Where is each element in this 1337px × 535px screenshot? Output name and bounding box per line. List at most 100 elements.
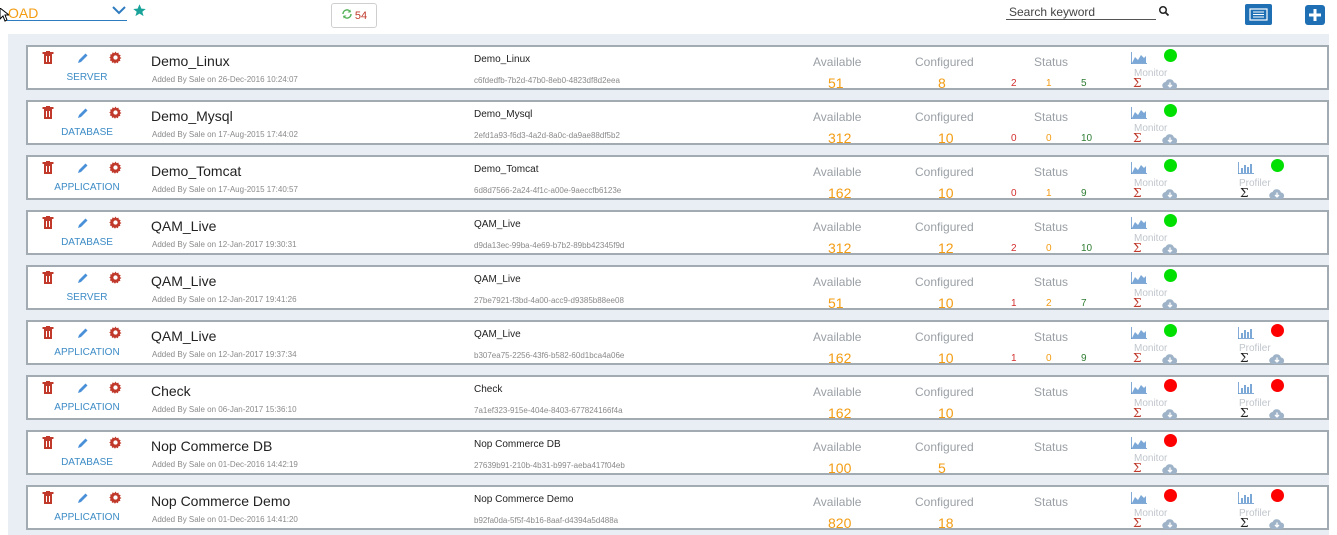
configured-count[interactable]: 10 <box>938 405 954 421</box>
cloud-download-icon[interactable] <box>1162 297 1178 315</box>
add-application-button[interactable] <box>1305 5 1325 25</box>
monitor-chart-icon[interactable] <box>1130 106 1147 124</box>
application-row[interactable]: SERVER QAM_Live Added By Sale on 12-Jan-20… <box>26 265 1329 311</box>
sigma-icon[interactable]: Σ <box>1133 406 1141 420</box>
configured-count[interactable]: 10 <box>938 350 954 366</box>
sigma-icon[interactable]: Σ <box>1133 131 1141 145</box>
application-name[interactable]: QAM_Live <box>151 218 216 234</box>
edit-pencil-icon[interactable] <box>77 161 89 179</box>
application-name[interactable]: QAM_Live <box>151 273 216 289</box>
sigma-icon[interactable]: Σ <box>1240 351 1248 365</box>
status-critical-count[interactable]: 2 <box>1011 78 1017 89</box>
status-critical-count[interactable]: 2 <box>1011 243 1017 254</box>
cloud-download-icon[interactable] <box>1162 407 1178 425</box>
edit-pencil-icon[interactable] <box>77 271 89 289</box>
sigma-icon[interactable]: Σ <box>1133 461 1141 475</box>
status-warning-count[interactable]: 1 <box>1046 188 1052 199</box>
list-view-button[interactable] <box>1245 4 1272 25</box>
settings-gear-icon[interactable] <box>109 216 122 234</box>
profiler-chart-icon[interactable] <box>1237 491 1254 509</box>
status-warning-count[interactable]: 1 <box>1046 78 1052 89</box>
status-critical-count[interactable]: 0 <box>1011 133 1017 144</box>
available-count[interactable]: 162 <box>828 185 851 201</box>
configured-count[interactable]: 5 <box>938 460 946 476</box>
search-icon[interactable] <box>1158 4 1170 22</box>
monitor-chart-icon[interactable] <box>1130 436 1147 454</box>
monitor-chart-icon[interactable] <box>1130 51 1147 69</box>
application-name[interactable]: Demo_Mysql <box>151 108 233 124</box>
edit-pencil-icon[interactable] <box>77 106 89 124</box>
application-row[interactable]: DATABASE Demo_Mysql Added By Sale on 17-Au… <box>26 100 1329 146</box>
trash-icon[interactable] <box>42 51 54 69</box>
edit-pencil-icon[interactable] <box>77 51 89 69</box>
edit-pencil-icon[interactable] <box>77 381 89 399</box>
application-row[interactable]: SERVER Demo_Linux Added By Sale on 26-Dec-… <box>26 45 1329 91</box>
trash-icon[interactable] <box>42 216 54 234</box>
application-row[interactable]: APPLICATION Demo_Tomcat Added By Sale on 1… <box>26 155 1329 201</box>
trash-icon[interactable] <box>42 381 54 399</box>
edit-pencil-icon[interactable] <box>77 436 89 454</box>
cloud-download-icon[interactable] <box>1269 187 1285 205</box>
monitor-chart-icon[interactable] <box>1130 216 1147 234</box>
cloud-download-icon[interactable] <box>1269 517 1285 535</box>
status-ok-count[interactable]: 10 <box>1081 243 1092 254</box>
chevron-down-icon[interactable] <box>111 3 127 20</box>
available-count[interactable]: 51 <box>828 75 844 91</box>
edit-pencil-icon[interactable] <box>77 326 89 344</box>
status-ok-count[interactable]: 5 <box>1081 78 1087 89</box>
trash-icon[interactable] <box>42 106 54 124</box>
settings-gear-icon[interactable] <box>109 326 122 344</box>
cloud-download-icon[interactable] <box>1162 187 1178 205</box>
application-row[interactable]: APPLICATION QAM_Live Added By Sale on 12-J… <box>26 320 1329 366</box>
application-name[interactable]: Demo_Linux <box>151 53 230 69</box>
monitor-chart-icon[interactable] <box>1130 326 1147 344</box>
status-critical-count[interactable]: 1 <box>1011 298 1017 309</box>
status-ok-count[interactable]: 9 <box>1081 353 1087 364</box>
profiler-chart-icon[interactable] <box>1237 161 1254 179</box>
configured-count[interactable]: 10 <box>938 295 954 311</box>
settings-gear-icon[interactable] <box>109 271 122 289</box>
settings-gear-icon[interactable] <box>109 161 122 179</box>
application-row[interactable]: DATABASE QAM_Live Added By Sale on 12-Jan-… <box>26 210 1329 256</box>
cloud-download-icon[interactable] <box>1162 242 1178 260</box>
cloud-download-icon[interactable] <box>1162 517 1178 535</box>
trash-icon[interactable] <box>42 161 54 179</box>
available-count[interactable]: 162 <box>828 350 851 366</box>
application-name[interactable]: Nop Commerce Demo <box>151 493 290 509</box>
sigma-icon[interactable]: Σ <box>1133 351 1141 365</box>
available-count[interactable]: 820 <box>828 515 851 531</box>
application-select[interactable]: OAD <box>7 4 127 21</box>
profiler-chart-icon[interactable] <box>1237 326 1254 344</box>
status-warning-count[interactable]: 0 <box>1046 353 1052 364</box>
available-count[interactable]: 312 <box>828 240 851 256</box>
monitor-chart-icon[interactable] <box>1130 161 1147 179</box>
application-name[interactable]: QAM_Live <box>151 328 216 344</box>
cloud-download-icon[interactable] <box>1162 462 1178 480</box>
sigma-icon[interactable]: Σ <box>1133 76 1141 90</box>
search-input[interactable] <box>1006 4 1152 20</box>
sigma-icon[interactable]: Σ <box>1240 516 1248 530</box>
sigma-icon[interactable]: Σ <box>1240 406 1248 420</box>
status-warning-count[interactable]: 2 <box>1046 298 1052 309</box>
application-row[interactable]: DATABASE Nop Commerce DB Added By Sale on … <box>26 430 1329 476</box>
profiler-chart-icon[interactable] <box>1237 381 1254 399</box>
configured-count[interactable]: 10 <box>938 130 954 146</box>
settings-gear-icon[interactable] <box>109 491 122 509</box>
available-count[interactable]: 162 <box>828 405 851 421</box>
sigma-icon[interactable]: Σ <box>1133 296 1141 310</box>
cloud-download-icon[interactable] <box>1162 132 1178 150</box>
refresh-alerts-button[interactable]: 54 <box>331 3 377 28</box>
available-count[interactable]: 100 <box>828 460 851 476</box>
cloud-download-icon[interactable] <box>1162 77 1178 95</box>
application-name[interactable]: Nop Commerce DB <box>151 438 272 454</box>
settings-gear-icon[interactable] <box>109 381 122 399</box>
sigma-icon[interactable]: Σ <box>1133 186 1141 200</box>
settings-gear-icon[interactable] <box>109 436 122 454</box>
configured-count[interactable]: 18 <box>938 515 954 531</box>
trash-icon[interactable] <box>42 326 54 344</box>
status-critical-count[interactable]: 0 <box>1011 188 1017 199</box>
edit-pencil-icon[interactable] <box>77 216 89 234</box>
configured-count[interactable]: 12 <box>938 240 954 256</box>
status-warning-count[interactable]: 0 <box>1046 243 1052 254</box>
status-critical-count[interactable]: 1 <box>1011 353 1017 364</box>
